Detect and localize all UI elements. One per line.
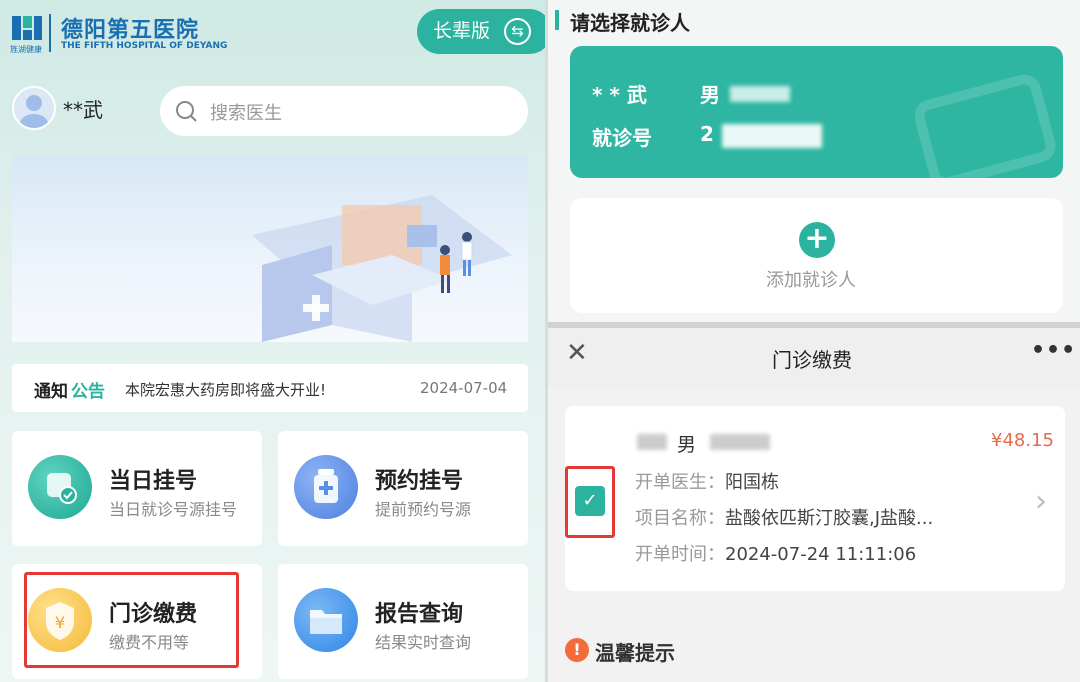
doctor-label: 开单医生：	[635, 472, 725, 493]
alert-icon: !	[565, 638, 589, 662]
select-patient-panel: 请选择就诊人 * * 武 男 就诊号 2 + 添加就诊人	[548, 0, 1080, 322]
folder-icon	[294, 588, 358, 652]
elder-mode-button[interactable]: 长辈版 ⇆	[417, 9, 545, 54]
page-header: ✕ 门诊缴费 •••	[548, 328, 1080, 388]
elder-mode-label: 长辈版	[433, 20, 491, 42]
doctor-value: 阳国栋	[725, 472, 779, 493]
screen: 旌湖健康 德阳第五医院 THE FIFTH HOSPITAL OF DEYANG…	[0, 0, 1080, 682]
card-title: 报告查询	[375, 602, 464, 627]
outpatient-payment-panel: ✕ 门诊缴费 ••• 男 ¥48.15 开单医生：阳国栋 项目名称：盐酸依匹斯汀…	[548, 328, 1080, 682]
tip-title: 温馨提示	[595, 641, 675, 665]
add-patient-button[interactable]: + 添加就诊人	[570, 198, 1063, 313]
hospital-english-name: THE FIFTH HOSPITAL OF DEYANG	[61, 41, 228, 51]
bill-checkbox[interactable]: ✓	[575, 486, 605, 516]
notice-label: 通知	[34, 382, 68, 402]
patient-card[interactable]: * * 武 男 就诊号 2	[570, 46, 1063, 178]
username: **武	[63, 98, 103, 122]
logo-divider	[49, 14, 51, 52]
item-label: 项目名称：	[635, 508, 725, 529]
patient-name: * * 武	[592, 83, 647, 107]
more-icon[interactable]: •••	[1031, 338, 1076, 363]
calendar-check-icon	[28, 455, 92, 519]
time-row: 开单时间：2024-07-24 11:11:06	[635, 540, 916, 566]
patient-id-label: 就诊号	[592, 126, 652, 150]
search-input[interactable]: 搜索医生	[160, 86, 528, 136]
bill-patient-gender: 男	[677, 434, 697, 456]
card-title: 当日挂号	[109, 469, 198, 494]
card-subtitle: 当日就诊号源挂号	[109, 500, 238, 519]
redacted-name	[637, 434, 667, 450]
time-value: 2024-07-24 11:11:06	[725, 544, 917, 565]
plus-icon: +	[799, 222, 835, 258]
section-accent-bar	[555, 10, 559, 30]
section-title: 请选择就诊人	[570, 11, 690, 35]
logo-subtitle: 旌湖健康	[10, 45, 42, 54]
item-row: 项目名称：盐酸依匹斯汀胶囊,J盐酸...	[635, 504, 933, 530]
close-icon[interactable]: ✕	[566, 338, 588, 368]
item-value: 盐酸依匹斯汀胶囊,J盐酸...	[725, 508, 934, 529]
patient-gender: 男	[700, 83, 720, 107]
add-patient-label: 添加就诊人	[766, 270, 856, 291]
appointment-registration-card[interactable]: 预约挂号 提前预约号源	[278, 431, 528, 546]
hospital-banner[interactable]	[12, 155, 528, 342]
notice-bar[interactable]: 通知 公告 本院宏惠大药房即将盛大开业! 2024-07-04	[12, 364, 528, 412]
search-placeholder: 搜索医生	[210, 103, 282, 124]
notice-label-accent: 公告	[71, 382, 105, 402]
report-query-card[interactable]: 报告查询 结果实时查询	[278, 564, 528, 679]
doctor-row: 开单医生：阳国栋	[635, 468, 779, 494]
medicine-bottle-icon	[294, 455, 358, 519]
swap-icon: ⇆	[504, 18, 531, 45]
card-title: 预约挂号	[375, 469, 464, 494]
same-day-registration-card[interactable]: 当日挂号 当日就诊号源挂号	[12, 431, 262, 546]
search-icon	[176, 101, 197, 122]
bill-price: ¥48.15	[991, 430, 1054, 451]
highlight-box	[24, 572, 239, 668]
page-title: 门诊缴费	[772, 348, 852, 372]
redacted-info	[730, 86, 790, 102]
id-card-watermark-icon	[915, 74, 1056, 178]
notice-text: 本院宏惠大药房即将盛大开业!	[125, 381, 327, 399]
redacted-id	[722, 124, 822, 148]
notice-date: 2024-07-04	[420, 379, 508, 397]
card-subtitle: 结果实时查询	[375, 633, 472, 652]
chevron-right-icon[interactable]: ›	[1035, 484, 1047, 519]
bill-item[interactable]: 男 ¥48.15 开单医生：阳国栋 项目名称：盐酸依匹斯汀胶囊,J盐酸... 开…	[565, 406, 1065, 591]
card-subtitle: 提前预约号源	[375, 500, 472, 519]
redacted-info	[710, 434, 770, 450]
hospital-name: 德阳第五医院	[61, 18, 200, 43]
time-label: 开单时间：	[635, 544, 725, 565]
patient-id-value: 2	[700, 122, 714, 146]
hospital-home-panel: 旌湖健康 德阳第五医院 THE FIFTH HOSPITAL OF DEYANG…	[0, 0, 545, 682]
avatar[interactable]	[12, 86, 56, 130]
